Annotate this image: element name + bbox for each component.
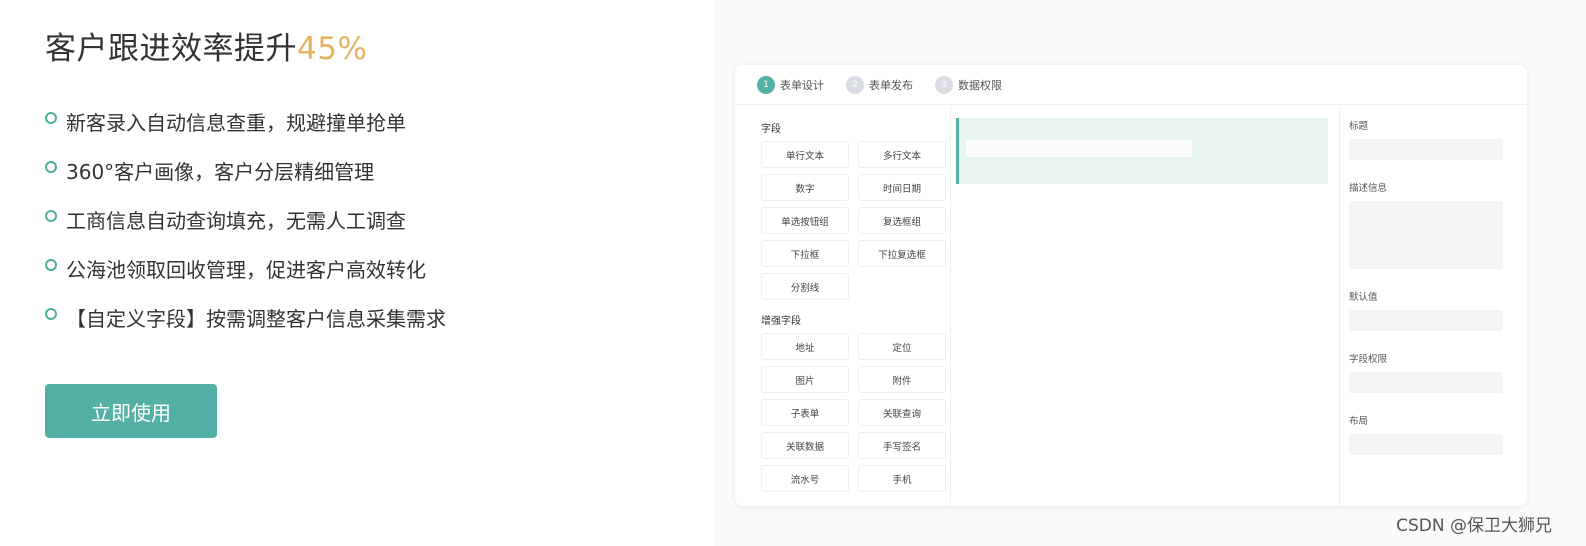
feature-text: 公海池领取回收管理，促进客户高效转化 xyxy=(66,258,426,282)
form-field-input-placeholder xyxy=(966,140,1192,157)
use-now-button[interactable]: 立即使用 xyxy=(45,384,217,438)
form-designer-preview: 1 表单设计 2 表单发布 3 数据权限 字段 单行文本 多行文本 数字 时间日… xyxy=(735,65,1527,506)
feature-item: 工商信息自动查询填充，无需人工调查 xyxy=(45,195,685,244)
prop-default-input[interactable] xyxy=(1349,310,1503,331)
promo-title-main: 客户跟进效率提升 xyxy=(45,31,297,67)
feature-list: 新客录入自动信息查重，规避撞单抢单 360°客户画像，客户分层精细管理 工商信息… xyxy=(45,97,685,342)
feature-text: 新客录入自动信息查重，规避撞单抢单 xyxy=(66,111,406,135)
field-chip-location[interactable]: 定位 xyxy=(858,333,946,360)
promo-title: 客户跟进效率提升45% xyxy=(45,28,685,70)
step-number: 3 xyxy=(935,75,953,94)
step-bar: 1 表单设计 2 表单发布 3 数据权限 xyxy=(735,65,1527,105)
prop-description-input[interactable] xyxy=(1349,201,1503,269)
circle-bullet-icon xyxy=(45,160,57,173)
feature-text: 360°客户画像，客户分层精细管理 xyxy=(66,160,375,184)
prop-layout-input[interactable] xyxy=(1349,434,1503,455)
page: 客户跟进效率提升45% 新客录入自动信息查重，规避撞单抢单 360°客户画像，客… xyxy=(0,0,1586,546)
feature-item: 360°客户画像，客户分层精细管理 xyxy=(45,146,685,195)
field-chip-image[interactable]: 图片 xyxy=(761,366,849,393)
prop-default-label: 默认值 xyxy=(1349,292,1378,303)
prop-layout-label: 布局 xyxy=(1349,416,1369,427)
circle-bullet-icon xyxy=(45,258,57,271)
field-chip-related-query[interactable]: 关联查询 xyxy=(858,399,946,426)
promo-section: 客户跟进效率提升45% 新客录入自动信息查重，规避撞单抢单 360°客户画像，客… xyxy=(45,28,685,342)
field-chip-related-data[interactable]: 关联数据 xyxy=(761,432,849,459)
circle-bullet-icon xyxy=(45,209,57,222)
field-chip-number[interactable]: 数字 xyxy=(761,174,849,201)
prop-title-input[interactable] xyxy=(1349,139,1503,160)
field-chip-subform[interactable]: 子表单 xyxy=(761,399,849,426)
feature-item: 新客录入自动信息查重，规避撞单抢单 xyxy=(45,97,685,146)
field-chip-datetime[interactable]: 时间日期 xyxy=(858,174,946,201)
prop-permission-label: 字段权限 xyxy=(1349,354,1388,365)
feature-text: 【自定义字段】按需调整客户信息采集需求 xyxy=(66,307,446,331)
field-chip-radio-group[interactable]: 单选按钮组 xyxy=(761,207,849,234)
field-chip-single-line-text[interactable]: 单行文本 xyxy=(761,141,849,168)
enhanced-group-title: 增强字段 xyxy=(761,316,801,327)
prop-title-label: 标题 xyxy=(1349,121,1369,132)
step-label: 表单发布 xyxy=(869,78,913,92)
field-palette: 字段 单行文本 多行文本 数字 时间日期 单选按钮组 复选框组 下拉框 下拉复选… xyxy=(735,106,951,506)
field-chip-multi-line-text[interactable]: 多行文本 xyxy=(858,141,946,168)
watermark-text: CSDN @保卫大狮兄 xyxy=(1396,516,1552,536)
enhanced-field-chips: 地址 定位 图片 附件 子表单 关联查询 关联数据 手写签名 流水号 手机 xyxy=(761,333,950,492)
feature-item: 公海池领取回收管理，促进客户高效转化 xyxy=(45,244,685,293)
step-label: 数据权限 xyxy=(958,78,1002,92)
field-chip-multi-dropdown[interactable]: 下拉复选框 xyxy=(858,240,946,267)
field-chip-attachment[interactable]: 附件 xyxy=(858,366,946,393)
basic-field-chips: 单行文本 多行文本 数字 时间日期 单选按钮组 复选框组 下拉框 下拉复选框 分… xyxy=(761,141,950,300)
circle-bullet-icon xyxy=(45,307,57,320)
form-canvas xyxy=(951,106,1339,506)
field-chip-checkbox-group[interactable]: 复选框组 xyxy=(858,207,946,234)
field-chip-signature[interactable]: 手写签名 xyxy=(858,432,946,459)
promo-title-accent: 45% xyxy=(297,31,368,67)
feature-item: 【自定义字段】按需调整客户信息采集需求 xyxy=(45,293,685,342)
step-number: 1 xyxy=(757,75,775,94)
step-data-permission[interactable]: 3 数据权限 xyxy=(935,75,1002,94)
prop-description-label: 描述信息 xyxy=(1349,183,1388,194)
field-properties-panel: 标题 描述信息 默认值 字段权限 布局 xyxy=(1339,106,1527,506)
step-form-design[interactable]: 1 表单设计 xyxy=(757,75,824,94)
circle-bullet-icon xyxy=(45,111,57,124)
step-label: 表单设计 xyxy=(780,78,824,92)
fields-group-title: 字段 xyxy=(761,124,781,135)
field-chip-divider[interactable]: 分割线 xyxy=(761,273,849,300)
feature-text: 工商信息自动查询填充，无需人工调查 xyxy=(66,209,406,233)
designer-body: 字段 单行文本 多行文本 数字 时间日期 单选按钮组 复选框组 下拉框 下拉复选… xyxy=(735,106,1527,506)
field-chip-phone[interactable]: 手机 xyxy=(858,465,946,492)
field-chip-serial-number[interactable]: 流水号 xyxy=(761,465,849,492)
prop-permission-input[interactable] xyxy=(1349,372,1503,393)
step-form-publish[interactable]: 2 表单发布 xyxy=(846,75,913,94)
field-chip-dropdown[interactable]: 下拉框 xyxy=(761,240,849,267)
field-chip-address[interactable]: 地址 xyxy=(761,333,849,360)
step-number: 2 xyxy=(846,75,864,94)
